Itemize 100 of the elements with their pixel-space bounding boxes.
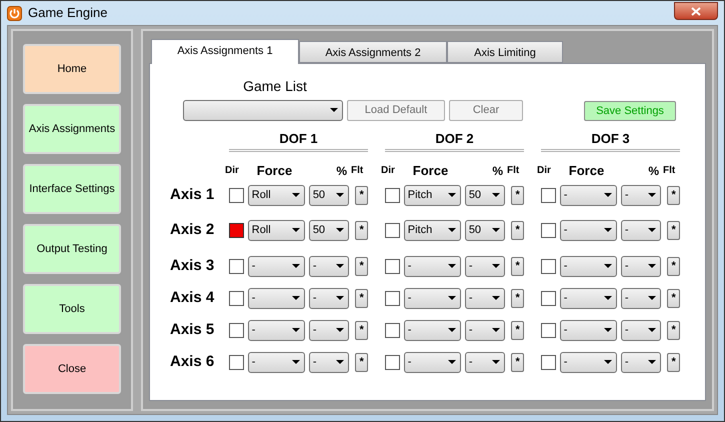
dropdown[interactable]: Pitch [404, 220, 461, 240]
dropdown-arrow-icon [492, 193, 500, 197]
dropdown[interactable]: Roll [248, 220, 305, 240]
column-header: Force [256, 164, 294, 178]
dropdown-arrow-icon [648, 360, 656, 364]
dropdown[interactable]: - [560, 320, 617, 340]
sidebar-button[interactable]: Tools [23, 284, 121, 334]
dropdown[interactable]: Roll [248, 184, 305, 206]
checkbox[interactable] [541, 258, 556, 274]
action-button[interactable]: Clear [449, 100, 523, 120]
dropdown[interactable]: 50 [464, 220, 506, 240]
dropdown[interactable]: - [248, 256, 305, 276]
dropdown[interactable]: - [560, 220, 617, 240]
dropdown[interactable]: - [464, 352, 506, 372]
dropdown[interactable]: - [308, 256, 350, 276]
dropdown[interactable]: - [560, 288, 617, 308]
dropdown[interactable]: - [464, 320, 506, 340]
checkbox[interactable] [385, 258, 400, 274]
checkbox[interactable] [541, 188, 556, 202]
tab[interactable]: Axis Assignments 1 [151, 39, 299, 64]
dropdown-arrow-icon [492, 360, 500, 364]
filter-button[interactable]: * [667, 320, 680, 340]
game-list-dropdown[interactable] [183, 100, 343, 120]
dropdown[interactable]: - [308, 320, 350, 340]
dropdown[interactable]: - [308, 288, 350, 308]
sidebar-button[interactable]: Interface Settings [23, 164, 121, 214]
dropdown[interactable]: - [404, 256, 461, 276]
checkbox[interactable] [385, 290, 400, 306]
dropdown[interactable]: - [560, 352, 617, 372]
dropdown[interactable]: 50 [308, 220, 350, 240]
filter-button[interactable]: * [355, 186, 368, 204]
checkbox[interactable] [541, 290, 556, 306]
filter-button[interactable]: * [667, 220, 680, 240]
checkbox[interactable] [541, 322, 556, 338]
checkbox[interactable] [229, 290, 244, 306]
dropdown[interactable]: - [620, 352, 662, 372]
checkbox[interactable] [229, 322, 244, 338]
sidebar-button[interactable]: Close [23, 344, 121, 394]
dropdown-arrow-icon [448, 360, 456, 364]
dropdown[interactable]: 50 [308, 184, 350, 206]
close-button[interactable] [674, 2, 718, 20]
filter-button[interactable]: * [355, 352, 368, 372]
dropdown[interactable]: - [560, 256, 617, 276]
sidebar-button[interactable]: Axis Assignments [23, 104, 121, 154]
filter-button[interactable]: * [667, 186, 680, 204]
power-icon [7, 6, 22, 20]
dropdown[interactable]: - [620, 220, 662, 240]
checkbox[interactable] [385, 188, 400, 202]
checkbox[interactable] [541, 354, 556, 370]
dropdown[interactable]: - [308, 352, 350, 372]
dropdown[interactable]: - [248, 320, 305, 340]
dropdown[interactable]: Pitch [404, 184, 461, 206]
dropdown[interactable]: - [620, 288, 662, 308]
checkbox[interactable] [229, 258, 244, 274]
dropdown[interactable]: - [620, 184, 662, 206]
dropdown-arrow-icon [336, 228, 344, 232]
filter-button[interactable]: * [511, 220, 524, 240]
dropdown-arrow-icon [292, 193, 300, 197]
dropdown-arrow-icon [492, 328, 500, 332]
dropdown-arrow-icon [604, 328, 612, 332]
filter-button[interactable]: * [667, 288, 680, 308]
checkbox[interactable] [385, 222, 400, 238]
filter-button[interactable]: * [511, 186, 524, 204]
dropdown[interactable]: - [560, 184, 617, 206]
checkbox[interactable] [385, 354, 400, 370]
dropdown-arrow-icon [604, 360, 612, 364]
filter-button[interactable]: * [355, 320, 368, 340]
checkbox[interactable] [541, 222, 556, 238]
checkbox[interactable] [229, 222, 244, 238]
checkbox[interactable] [385, 322, 400, 338]
tab[interactable]: Axis Assignments 2 [299, 41, 447, 63]
dropdown-arrow-icon [448, 228, 456, 232]
dropdown-arrow-icon [336, 193, 344, 197]
checkbox[interactable] [229, 188, 244, 202]
action-button[interactable]: Load Default [347, 100, 445, 120]
filter-button[interactable]: * [511, 288, 524, 308]
filter-button[interactable]: * [511, 256, 524, 276]
filter-button[interactable]: * [355, 220, 368, 240]
filter-button[interactable]: * [355, 256, 368, 276]
tab[interactable]: Axis Limiting [447, 41, 563, 63]
dropdown[interactable]: - [404, 352, 461, 372]
dropdown[interactable]: - [620, 320, 662, 340]
dropdown[interactable]: - [404, 288, 461, 308]
dropdown[interactable]: - [248, 352, 305, 372]
filter-button[interactable]: * [511, 320, 524, 340]
close-icon [691, 6, 701, 16]
filter-button[interactable]: * [355, 288, 368, 308]
dropdown[interactable]: - [620, 256, 662, 276]
sidebar-button[interactable]: Home [23, 44, 121, 94]
dropdown[interactable]: - [248, 288, 305, 308]
dropdown[interactable]: - [404, 320, 461, 340]
dropdown[interactable]: - [464, 288, 506, 308]
dropdown-arrow-icon [448, 264, 456, 268]
checkbox[interactable] [229, 354, 244, 370]
dropdown[interactable]: - [464, 256, 506, 276]
filter-button[interactable]: * [667, 256, 680, 276]
sidebar-button[interactable]: Output Testing [23, 224, 121, 274]
dropdown[interactable]: 50 [464, 184, 506, 206]
filter-button[interactable]: * [511, 352, 524, 372]
filter-button[interactable]: * [667, 352, 680, 372]
